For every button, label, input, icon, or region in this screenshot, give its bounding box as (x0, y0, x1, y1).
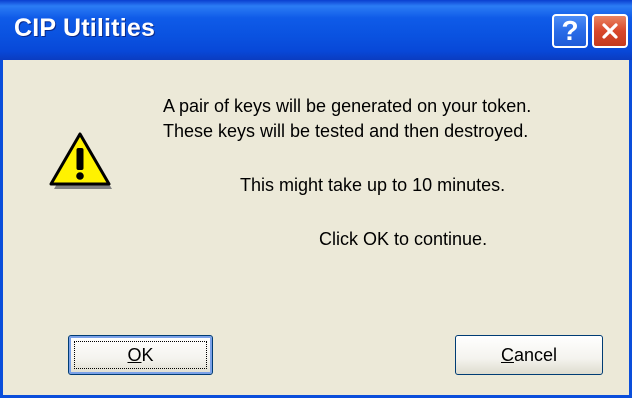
help-button[interactable]: ? (552, 14, 588, 48)
title-bar[interactable]: CIP Utilities ? (0, 0, 632, 60)
close-icon (602, 23, 618, 39)
help-icon: ? (561, 15, 579, 46)
cancel-button[interactable]: Cancel (455, 335, 603, 375)
ok-button[interactable]: OK (68, 335, 213, 375)
dialog-window: CIP Utilities ? A pair of keys will be g… (0, 0, 632, 398)
warning-icon (49, 132, 112, 189)
cancel-label-rest: ancel (513, 344, 558, 365)
cancel-button-label: Cancel (501, 345, 557, 366)
message-line-4: Click OK to continue. (319, 229, 488, 249)
close-button[interactable] (592, 14, 628, 48)
focus-rectangle (74, 341, 207, 369)
message-line-2: These keys will be tested and then destr… (163, 121, 529, 141)
cancel-mnemonic: C (500, 344, 514, 365)
message-line-1: A pair of keys will be generated on your… (163, 96, 532, 116)
window-title: CIP Utilities (14, 14, 156, 42)
message-line-3: This might take up to 10 minutes. (240, 175, 506, 195)
